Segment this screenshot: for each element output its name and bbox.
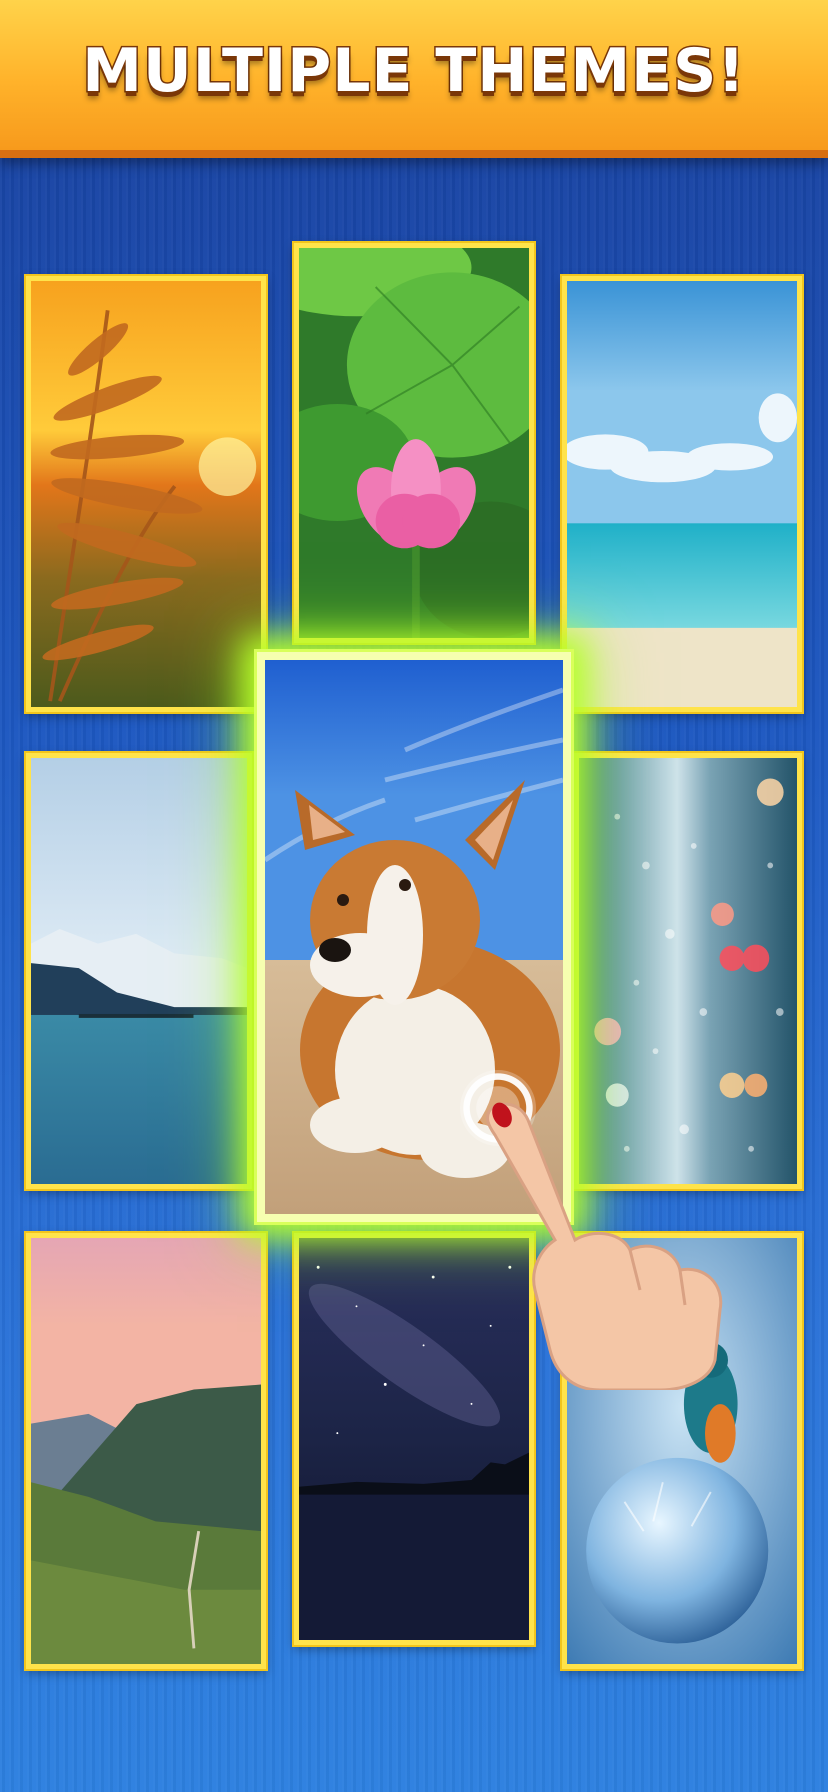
theme-tile-mountain-lake[interactable] [26,753,252,1189]
pointing-hand-icon [480,1090,780,1392]
golden-grass-image [31,281,261,707]
page-title: MULTIPLE THEMES! [81,35,746,108]
lotus-image [299,248,529,638]
theme-tile-valley-sunset[interactable] [26,1233,266,1669]
theme-tile-beach[interactable] [562,276,802,712]
valley-sunset-image [31,1238,261,1664]
theme-tile-golden-grass[interactable] [26,276,266,712]
beach-image [567,281,797,707]
theme-tile-lotus[interactable] [294,243,534,643]
mountain-lake-image [31,758,247,1184]
header-banner: MULTIPLE THEMES! [0,0,828,158]
